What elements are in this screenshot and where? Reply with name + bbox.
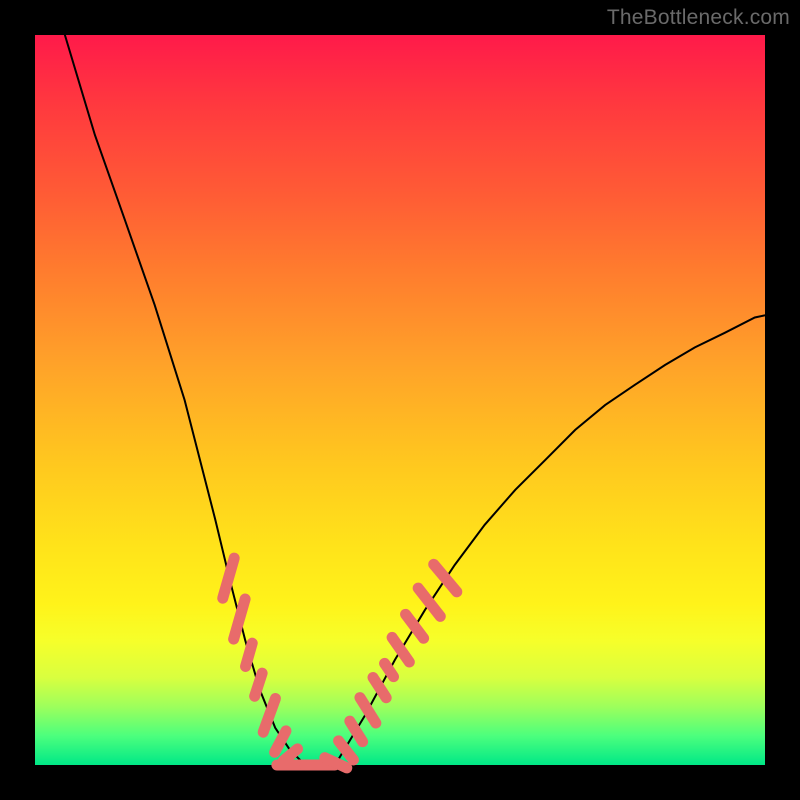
- curve-marker: [239, 636, 259, 673]
- curve-marker: [410, 580, 448, 624]
- curve-marker: [426, 557, 465, 600]
- curve-marker: [398, 607, 431, 646]
- watermark-text: TheBottleneck.com: [607, 6, 790, 30]
- curve-markers: [216, 551, 465, 775]
- bottleneck-curve: [65, 35, 765, 765]
- chart-svg: [35, 35, 765, 765]
- chart-frame: TheBottleneck.com: [0, 0, 800, 800]
- curve-marker: [227, 592, 252, 646]
- curve-marker: [216, 551, 241, 605]
- plot-area: [35, 35, 765, 765]
- curve-marker: [248, 666, 269, 703]
